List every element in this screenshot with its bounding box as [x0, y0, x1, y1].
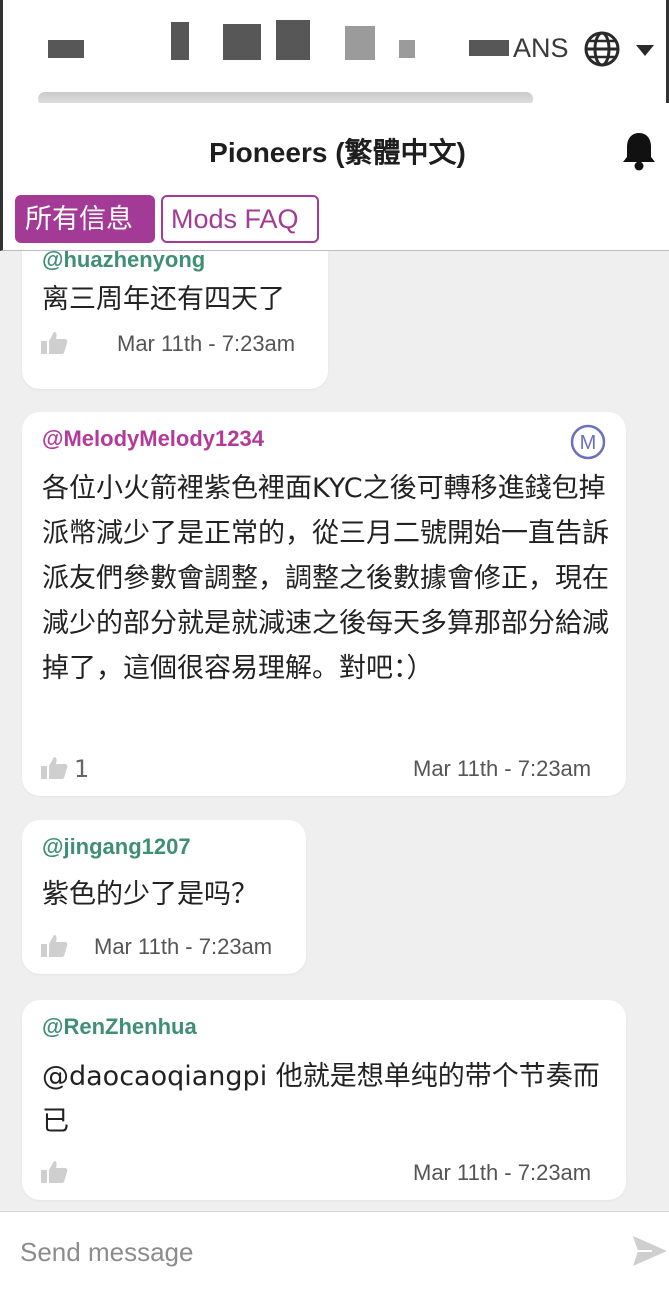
message-text: 各位小火箭裡紫色裡面KYC之後可轉移進錢包掉派幣減少了是正常的，從三月二號開始一… [42, 473, 609, 684]
room-title: Pioneers (繁體中文) [209, 137, 466, 168]
bell-icon[interactable] [621, 131, 657, 171]
message-card: @MelodyMelody1234 M 各位小火箭裡紫色裡面KYC之後可轉移進錢… [22, 412, 626, 796]
thumbs-up-icon[interactable] [40, 934, 68, 958]
tab-mods-faq[interactable]: Mods FAQ [161, 195, 319, 243]
obscured-nav-item [171, 22, 189, 60]
globe-icon[interactable] [583, 30, 621, 68]
language-label[interactable]: ANS [513, 33, 569, 64]
message-author[interactable]: @MelodyMelody1234 [42, 426, 264, 452]
thumbs-up-icon[interactable] [40, 756, 68, 780]
message-text: 紫色的少了是吗？ [42, 879, 258, 910]
thumbs-up-icon[interactable] [40, 331, 68, 355]
obscured-nav-item [399, 40, 415, 58]
send-icon[interactable] [632, 1234, 668, 1268]
chat-header: Pioneers (繁體中文) 所有信息 Mods FAQ [0, 103, 669, 251]
message-card: @RenZhenhua @daocaoqiangpi 他就是想单纯的带个节奏而已… [22, 1000, 626, 1200]
message-card: @jingang1207 紫色的少了是吗？ Mar 11th - 7:23am [22, 820, 306, 974]
obscured-nav-item [276, 20, 310, 60]
like-count: 1 [74, 755, 90, 783]
moderator-icon: M [570, 424, 606, 460]
chevron-down-icon[interactable] [636, 45, 654, 57]
message-author[interactable]: @jingang1207 [42, 834, 191, 860]
message-card: @huazhenyong 离三周年还有四天了 Mar 11th - 7:23am [22, 251, 328, 389]
obscured-nav-item [469, 40, 509, 56]
tab-all-messages[interactable]: 所有信息 [15, 195, 155, 243]
obscured-nav-item [223, 24, 261, 60]
message-timestamp: Mar 11th - 7:23am [413, 1160, 592, 1185]
message-author[interactable]: @RenZhenhua [42, 1014, 197, 1040]
obscured-nav-item [345, 26, 375, 60]
thumbs-up-icon[interactable] [40, 1160, 68, 1184]
svg-text:M: M [580, 432, 597, 454]
message-timestamp: Mar 11th - 7:23am [117, 331, 296, 356]
message-composer [0, 1211, 669, 1316]
message-feed[interactable]: @huazhenyong 离三周年还有四天了 Mar 11th - 7:23am… [0, 251, 669, 1211]
message-text: 离三周年还有四天了 [42, 284, 285, 315]
message-text: @daocaoqiangpi 他就是想单纯的带个节奏而已 [42, 1061, 600, 1137]
obscured-nav-item [48, 40, 84, 58]
message-author[interactable]: @huazhenyong [42, 251, 205, 273]
message-timestamp: Mar 11th - 7:23am [94, 934, 273, 959]
message-timestamp: Mar 11th - 7:23am [413, 756, 592, 781]
message-input[interactable] [0, 1212, 610, 1292]
top-bar: ANS [0, 0, 669, 106]
